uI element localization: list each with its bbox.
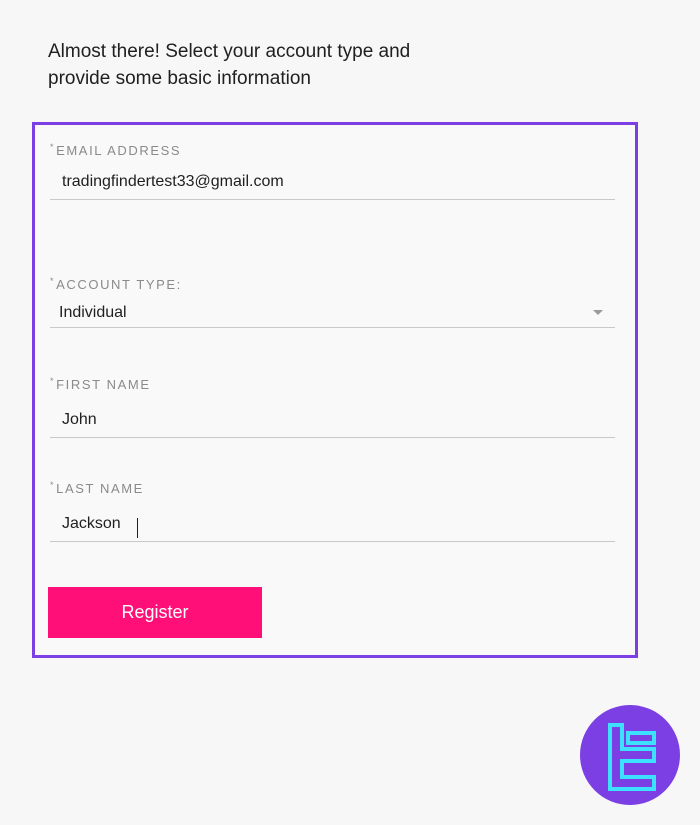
heading-line-1: Almost there! Select your account type a…	[48, 41, 411, 62]
email-label: * EMAIL ADDRESS	[50, 142, 615, 159]
account-type-label: * ACCOUNT TYPE:	[50, 276, 615, 293]
heading-line-2: provide some basic information	[48, 68, 311, 89]
required-marker: *	[50, 376, 56, 386]
brand-logo-icon	[580, 705, 680, 805]
first-name-label-text: FIRST NAME	[56, 377, 151, 392]
last-name-input-wrap	[50, 506, 615, 542]
last-name-field-group: * LAST NAME	[50, 481, 615, 542]
page-heading: Almost there! Select your account type a…	[48, 38, 468, 92]
last-name-input[interactable]	[50, 506, 615, 542]
chevron-down-icon	[593, 310, 603, 315]
required-marker: *	[50, 142, 56, 152]
registration-form: * EMAIL ADDRESS * ACCOUNT TYPE: Individu…	[32, 122, 638, 658]
email-input[interactable]	[50, 164, 615, 200]
required-marker: *	[50, 480, 56, 490]
first-name-input[interactable]	[50, 402, 615, 438]
account-type-select[interactable]: Individual	[50, 298, 615, 328]
email-label-text: EMAIL ADDRESS	[56, 143, 182, 158]
first-name-field-group: * FIRST NAME	[50, 377, 615, 438]
last-name-label-text: LAST NAME	[56, 481, 144, 496]
text-cursor	[137, 518, 138, 538]
account-type-field-group: * ACCOUNT TYPE: Individual	[50, 277, 615, 328]
account-type-value: Individual	[59, 303, 127, 321]
register-button[interactable]: Register	[48, 587, 262, 638]
first-name-label: * FIRST NAME	[50, 376, 615, 393]
last-name-label: * LAST NAME	[50, 480, 615, 497]
email-field-group: * EMAIL ADDRESS	[50, 143, 615, 200]
account-type-label-text: ACCOUNT TYPE:	[56, 277, 182, 292]
required-marker: *	[50, 276, 56, 286]
